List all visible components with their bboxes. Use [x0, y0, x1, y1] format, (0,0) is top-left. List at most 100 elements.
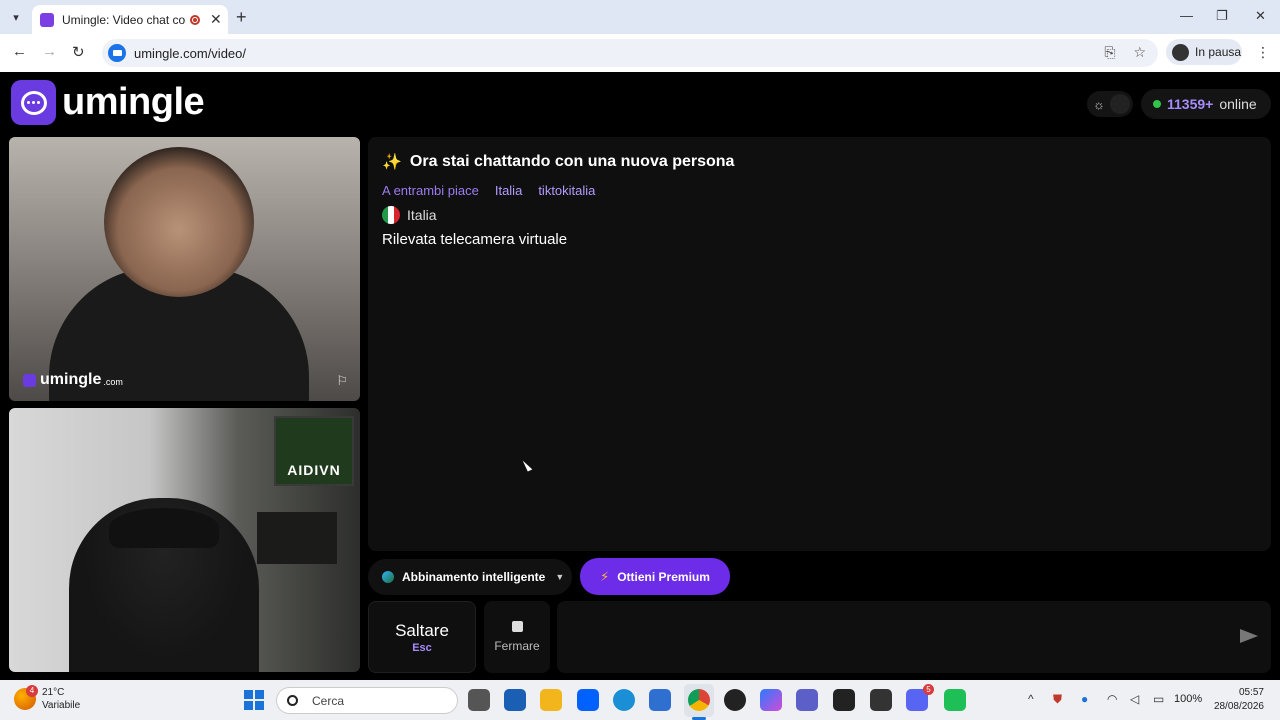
match-label: Abbinamento intelligente — [402, 570, 546, 584]
capcut-icon[interactable] — [870, 689, 892, 711]
new-tab-button[interactable]: + — [236, 7, 247, 28]
chat-bubble-logo-icon — [11, 80, 56, 125]
page: umingle ☼ 11359+ online umingle .com ⚐ A… — [0, 72, 1280, 680]
stop-icon — [511, 621, 523, 632]
search-icon — [287, 695, 298, 706]
obs-icon[interactable] — [724, 689, 746, 711]
italy-flag-icon — [382, 206, 400, 224]
get-premium-button[interactable]: ⚡ Ottieni Premium — [580, 558, 730, 595]
remote-video: umingle .com ⚐ — [9, 137, 360, 401]
microphone-icon[interactable]: ● — [1081, 692, 1088, 706]
virtual-camera-notice: Rilevata telecamera virtuale — [382, 231, 568, 248]
local-person-cap — [109, 508, 219, 548]
premium-label: Ottieni Premium — [617, 569, 710, 584]
wifi-icon[interactable]: ◠ — [1107, 692, 1117, 706]
weather-badge: 4 — [26, 685, 38, 697]
logo[interactable]: umingle — [11, 80, 205, 125]
battery-icon[interactable]: ▭ — [1153, 692, 1164, 706]
sparkle-icon: ✨ — [382, 154, 402, 171]
edge-icon[interactable] — [613, 689, 635, 711]
antivirus-icon[interactable]: ⛊ — [1053, 692, 1062, 707]
interest-tag: tiktokitalia — [538, 183, 596, 198]
online-counter: 11359+ online — [1141, 89, 1271, 119]
report-flag-icon[interactable]: ⚐ — [336, 373, 348, 389]
volume-icon[interactable]: ◁ — [1130, 692, 1139, 706]
chevron-down-icon: ▼ — [555, 572, 565, 582]
streaming-app-icon[interactable] — [944, 689, 966, 711]
interests-label: A entrambi piace — [382, 183, 479, 198]
dropbox-icon[interactable] — [577, 689, 599, 711]
close-window-icon[interactable]: ✕ — [1255, 8, 1266, 24]
weather-description: Variabile — [42, 700, 81, 711]
teams-icon[interactable] — [796, 689, 818, 711]
chrome-icon[interactable] — [688, 689, 710, 711]
back-icon[interactable]: ← — [12, 43, 27, 60]
partner-country: Italia — [382, 206, 1257, 224]
forward-icon[interactable]: → — [42, 43, 57, 60]
theme-toggle[interactable]: ☼ — [1087, 91, 1133, 117]
translate-icon[interactable]: ⎘ — [1104, 44, 1115, 60]
windows-taskbar: 4 21°C Variabile Cerca 5 ^ ⛊ ● ◠ ◁ ▭ 100… — [0, 680, 1280, 720]
remote-person-face — [104, 147, 254, 297]
umingle-watermark-icon — [23, 373, 36, 387]
wall-sign-text: AIDIVN — [287, 462, 341, 478]
discord-badge: 5 — [923, 684, 934, 695]
watermark-domain: .com — [103, 377, 123, 387]
tab-search-icon[interactable]: ▾ — [6, 7, 26, 27]
taskbar-search[interactable]: Cerca — [276, 687, 458, 714]
weather-widget[interactable]: 4 21°C Variabile — [14, 685, 81, 712]
browser-tab[interactable]: Umingle: Video chat con sc ✕ — [32, 5, 228, 34]
url-text: umingle.com/video/ — [134, 45, 246, 61]
bookmark-star-icon[interactable]: ☆ — [1133, 44, 1146, 60]
restore-icon[interactable]: ❐ — [1216, 8, 1228, 24]
clock[interactable]: 05:57 28/08/2026 — [1210, 686, 1264, 714]
profile-label: In pausa — [1195, 45, 1242, 59]
windows-start-icon[interactable] — [244, 690, 264, 710]
profile-button[interactable]: In pausa — [1166, 39, 1242, 65]
skip-label: Saltare — [395, 620, 449, 640]
battery-percent: 100% — [1174, 693, 1203, 705]
chat-panel: ✨ Ora stai chattando con una nuova perso… — [368, 137, 1271, 551]
weather-sun-icon: 4 — [14, 685, 38, 710]
wall-sign: AIDIVN — [274, 416, 354, 486]
file-explorer-icon[interactable] — [540, 689, 562, 711]
avatar — [1172, 43, 1189, 61]
camera-permission-icon[interactable] — [108, 44, 126, 62]
background-tv — [257, 512, 337, 564]
browser-tab-bar: ▾ Umingle: Video chat con sc ✕ + — ❐ ✕ — [0, 0, 1280, 34]
reload-icon[interactable]: ↻ — [72, 43, 85, 61]
minimize-icon[interactable]: — — [1180, 8, 1193, 23]
date: 28/08/2026 — [1213, 701, 1264, 712]
search-placeholder: Cerca — [312, 693, 345, 708]
online-label: online — [1219, 96, 1257, 112]
skip-button[interactable]: Saltare Esc — [368, 601, 476, 673]
sun-icon: ☼ — [1093, 96, 1105, 112]
outlook-icon[interactable] — [504, 689, 526, 711]
task-view-icon[interactable] — [468, 689, 490, 711]
stop-button[interactable]: Fermare — [484, 601, 550, 673]
message-input[interactable] — [557, 601, 1271, 673]
online-dot-icon — [1153, 100, 1161, 108]
temperature: 21°C — [42, 687, 65, 698]
store-icon[interactable] — [649, 689, 671, 711]
interest-tag: Italia — [494, 183, 523, 198]
address-bar[interactable]: umingle.com/video/ ⎘ ☆ — [102, 39, 1158, 67]
time: 05:57 — [1238, 687, 1264, 698]
bolt-icon: ⚡ — [600, 568, 610, 584]
umingle-favicon-icon — [40, 12, 54, 27]
menu-kebab-icon[interactable]: ⋮ — [1256, 44, 1270, 61]
copilot-icon[interactable] — [760, 689, 782, 711]
tray-overflow-icon[interactable]: ^ — [1028, 692, 1034, 706]
smart-match-dropdown[interactable]: Abbinamento intelligente ▼ — [368, 559, 572, 595]
video-watermark: umingle .com — [23, 371, 123, 389]
globe-icon — [382, 571, 394, 583]
toggle-knob — [1110, 94, 1130, 114]
watermark-brand: umingle — [40, 371, 102, 388]
shared-interests: A entrambi piace Italia tiktokitalia — [382, 181, 1257, 200]
send-icon[interactable] — [1240, 629, 1258, 643]
local-video: AIDIVN — [9, 408, 360, 672]
discord-icon[interactable]: 5 — [906, 684, 934, 711]
amazon-icon[interactable] — [833, 689, 855, 711]
close-tab-icon[interactable]: ✕ — [210, 11, 222, 28]
browser-toolbar: ← → ↻ umingle.com/video/ ⎘ ☆ — [0, 34, 1280, 72]
